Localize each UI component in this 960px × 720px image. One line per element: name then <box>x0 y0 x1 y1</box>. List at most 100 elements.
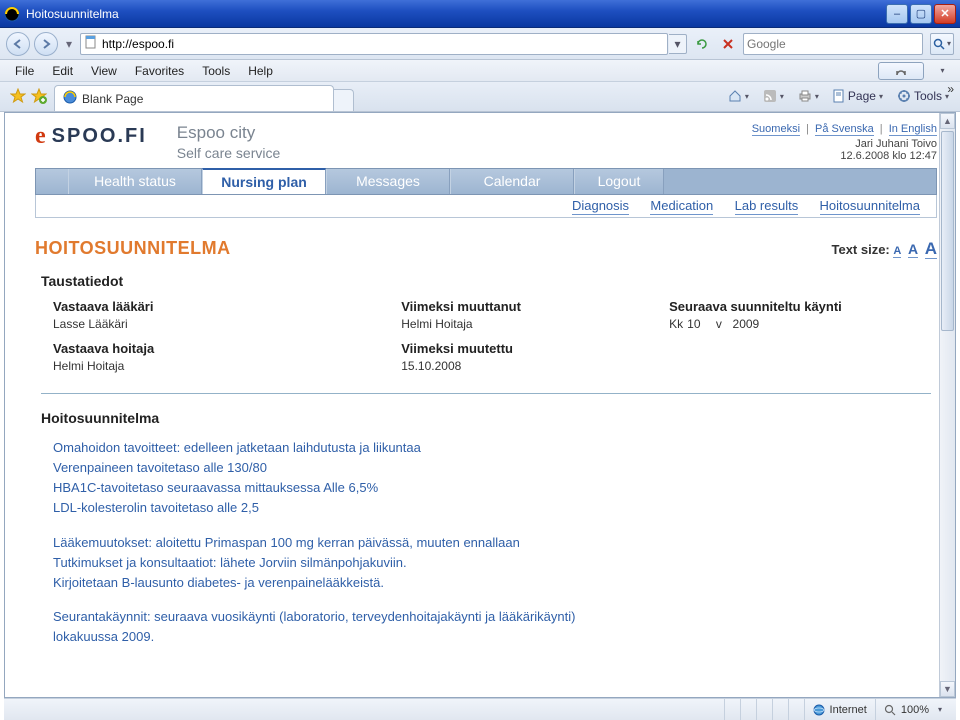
feeds-button[interactable]: ▾ <box>758 85 789 107</box>
text-size-medium[interactable]: A <box>908 241 918 258</box>
slogan-line2: Self care service <box>177 145 280 161</box>
tab-nursing-plan[interactable]: Nursing plan <box>202 168 326 194</box>
subnav-hoitosuunnitelma[interactable]: Hoitosuunnitelma <box>820 198 920 215</box>
status-bar: Internet 100% ▾ <box>4 698 956 720</box>
tools-menu[interactable]: Tools▾ <box>892 85 954 107</box>
address-dropdown[interactable]: ▾ <box>669 34 687 54</box>
page-menu[interactable]: Page▾ <box>828 85 888 107</box>
text-size-large[interactable]: A <box>925 239 937 259</box>
subnav-diagnosis[interactable]: Diagnosis <box>572 198 629 215</box>
plan-line: Tutkimukset ja konsultaatiot: lähete Jor… <box>53 555 407 570</box>
print-button[interactable]: ▾ <box>793 85 824 107</box>
datetime: 12.6.2008 klo 12:47 <box>752 150 937 162</box>
zoom-control[interactable]: 100% ▾ <box>875 699 950 720</box>
menu-file[interactable]: File <box>8 62 41 80</box>
label-viimeksi-muuttanut: Viimeksi muuttanut <box>401 299 669 314</box>
menu-bar: File Edit View Favorites Tools Help ▾ <box>0 60 960 82</box>
safety-dropdown[interactable]: ▾ <box>932 62 952 80</box>
brand-name: SPOO.FI <box>52 125 147 148</box>
plan-line: HBA1C-tavoitetaso seuraavassa mittaukses… <box>53 480 378 495</box>
plan-line: Kirjoitetaan B-lausunto diabetes- ja ver… <box>53 575 384 590</box>
text-size-control: Text size: A A A <box>831 239 937 259</box>
navigation-bar: ▾ ▾ ▾ <box>0 28 960 60</box>
user-name: Jari Juhani Toivo <box>752 138 937 150</box>
forward-button[interactable] <box>34 32 58 56</box>
plan-line: Seurantakäynnit: seuraava vuosikäynti (l… <box>53 609 575 624</box>
label-vastaava-laakari: Vastaava lääkäri <box>53 299 401 314</box>
window-titlebar: Hoitosuunnitelma – ▢ ✕ <box>0 0 960 28</box>
search-input[interactable] <box>747 37 919 51</box>
plan-line: LDL-kolesterolin tavoitetaso alle 2,5 <box>53 500 259 515</box>
value-vastaava-hoitaja: Helmi Hoitaja <box>53 359 401 373</box>
value-seuraava-kaynti: Kk10 v 2009 <box>669 317 937 331</box>
search-button[interactable]: ▾ <box>930 33 954 55</box>
browser-tab[interactable]: Blank Page <box>54 85 334 111</box>
subnav-medication[interactable]: Medication <box>650 198 713 215</box>
plan-line: Omahoidon tavoitteet: edelleen jatketaan… <box>53 440 421 455</box>
page-title: HOITOSUUNNITELMA <box>35 238 231 259</box>
security-zone: Internet <box>804 699 875 720</box>
text-size-label: Text size: <box>831 242 889 257</box>
address-bar[interactable] <box>80 33 668 55</box>
brand-logo: e SPOO.FI <box>35 123 147 150</box>
section-taustatiedot: Taustatiedot <box>41 273 937 289</box>
tab-label: Blank Page <box>82 92 143 106</box>
tab-health-status[interactable]: Health status <box>68 169 202 194</box>
brand-e: e <box>35 123 46 150</box>
menu-tools[interactable]: Tools <box>195 62 237 80</box>
tab-calendar[interactable]: Calendar <box>450 169 574 194</box>
text-size-small[interactable]: A <box>893 245 901 258</box>
address-input[interactable] <box>102 35 664 53</box>
lang-fi[interactable]: Suomeksi <box>752 123 800 136</box>
value-vastaava-laakari: Lasse Lääkäri <box>53 317 401 331</box>
main-tabs: Health status Nursing plan Messages Cale… <box>35 168 937 195</box>
globe-icon <box>813 704 825 716</box>
window-title: Hoitosuunnitelma <box>26 7 119 21</box>
plan-line: Verenpaineen tavoitetaso alle 130/80 <box>53 460 267 475</box>
menu-favorites[interactable]: Favorites <box>128 62 191 80</box>
home-button[interactable]: ▾ <box>723 85 754 107</box>
value-viimeksi-muutettu: 15.10.2008 <box>401 359 669 373</box>
recent-pages-dropdown[interactable]: ▾ <box>62 32 76 56</box>
vertical-scrollbar[interactable]: ▲ ▼ <box>939 113 955 697</box>
menu-edit[interactable]: Edit <box>45 62 80 80</box>
slogan: Espoo city Self care service <box>177 123 280 161</box>
slogan-line1: Espoo city <box>177 123 280 143</box>
page-menu-label: Page <box>848 89 876 103</box>
minimize-button[interactable]: – <box>886 4 908 24</box>
tab-logout[interactable]: Logout <box>574 169 664 194</box>
clip-button[interactable] <box>878 62 924 80</box>
new-tab-button[interactable] <box>334 89 354 111</box>
menu-help[interactable]: Help <box>241 62 280 80</box>
refresh-button[interactable] <box>691 33 713 55</box>
menu-view[interactable]: View <box>84 62 124 80</box>
value-viimeksi-muuttanut: Helmi Hoitaja <box>401 317 669 331</box>
lang-en[interactable]: In English <box>889 123 937 136</box>
scroll-down-button[interactable]: ▼ <box>940 681 955 697</box>
stop-button[interactable] <box>717 33 739 55</box>
lang-sv[interactable]: På Svenska <box>815 123 874 136</box>
ie-tab-icon <box>63 90 77 107</box>
plan-body: Omahoidon tavoitteet: edelleen jatketaan… <box>53 438 937 647</box>
favorites-icon[interactable] <box>9 87 27 105</box>
add-favorite-icon[interactable] <box>30 87 48 105</box>
label-viimeksi-muutettu: Viimeksi muutettu <box>401 341 669 356</box>
label-vastaava-hoitaja: Vastaava hoitaja <box>53 341 401 356</box>
back-button[interactable] <box>6 32 30 56</box>
search-box[interactable] <box>743 33 923 55</box>
ie-icon <box>4 6 20 22</box>
maximize-button[interactable]: ▢ <box>910 4 932 24</box>
content-viewport: e SPOO.FI Espoo city Self care service Su… <box>4 112 956 698</box>
section-divider <box>41 393 931 394</box>
tab-bar: » Blank Page ▾ ▾ ▾ Page▾ Tools▾ <box>0 82 960 112</box>
scroll-up-button[interactable]: ▲ <box>940 113 955 129</box>
scroll-thumb[interactable] <box>941 131 954 331</box>
subnav-lab-results[interactable]: Lab results <box>735 198 799 215</box>
tools-menu-label: Tools <box>914 89 942 103</box>
tab-messages[interactable]: Messages <box>326 169 450 194</box>
zoom-label: 100% <box>901 704 929 716</box>
close-button[interactable]: ✕ <box>934 4 956 24</box>
command-bar: ▾ ▾ ▾ Page▾ Tools▾ <box>723 85 954 107</box>
label-seuraava-kaynti: Seuraava suunniteltu käynti <box>669 299 937 314</box>
zone-label: Internet <box>830 704 867 716</box>
